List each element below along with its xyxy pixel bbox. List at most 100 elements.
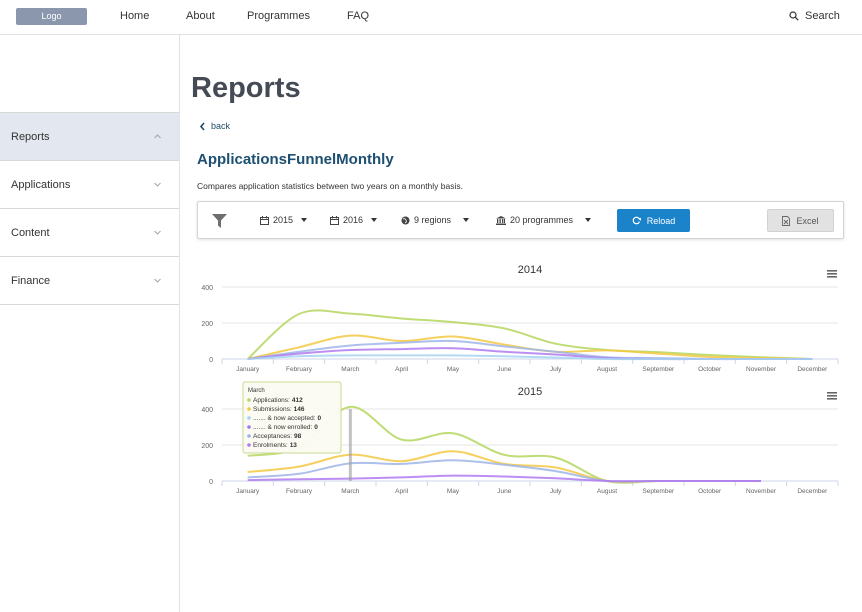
chevron-down-icon [154, 182, 161, 187]
x-tick-label: March [341, 488, 359, 495]
tooltip-label: Applications: [253, 397, 290, 404]
caret-down-icon [585, 218, 592, 222]
x-tick-label: January [236, 366, 260, 373]
tooltip-value: 13 [290, 442, 298, 449]
y-tick-label: 400 [201, 407, 213, 414]
tooltip-marker [247, 425, 251, 429]
tooltip-marker [247, 398, 251, 402]
tooltip-value: 412 [292, 397, 303, 404]
x-tick-label: February [286, 366, 313, 373]
chart-menu-icon[interactable] [827, 392, 837, 394]
nav-link-home[interactable]: Home [120, 10, 149, 22]
x-tick-label: September [642, 488, 675, 495]
excel-button[interactable]: Excel [767, 209, 834, 232]
sidebar-item-label: Content [11, 226, 50, 239]
tooltip-marker [247, 416, 251, 420]
x-tick-label: August [597, 488, 617, 495]
x-tick-label: June [497, 488, 511, 495]
search-label: Search [805, 10, 840, 22]
y-tick-label: 0 [209, 479, 213, 486]
tooltip-label: Enrolments: [253, 442, 288, 449]
x-tick-label: November [746, 366, 777, 373]
sidebar: Reports Applications Content Finance [0, 35, 180, 612]
x-tick-label: April [395, 488, 409, 495]
y-tick-label: 400 [201, 285, 213, 292]
refresh-icon [632, 216, 641, 225]
year-a-value: 2015 [273, 215, 294, 225]
caret-down-icon [463, 218, 470, 222]
x-tick-label: June [497, 366, 511, 373]
tooltip-marker [247, 443, 251, 447]
tooltip-value: 146 [294, 406, 305, 413]
logo[interactable]: Logo [16, 8, 87, 25]
series-line[interactable] [247, 474, 761, 483]
tooltip-value: 98 [294, 433, 302, 440]
chart-menu-icon[interactable] [827, 395, 837, 397]
year-a-select[interactable]: 2015 [260, 215, 308, 225]
calendar-icon [330, 215, 339, 225]
programmes-select[interactable]: 20 programmes [496, 215, 592, 225]
chevron-up-icon [154, 134, 161, 139]
tooltip-label: Submissions: [253, 406, 292, 413]
chevron-down-icon [154, 278, 161, 283]
x-tick-label: July [550, 366, 562, 373]
x-tick-label: December [797, 366, 828, 373]
tooltip-marker [247, 434, 251, 438]
tooltip-label: ....... & now accepted: [253, 415, 316, 422]
y-tick-label: 200 [201, 321, 213, 328]
back-link[interactable]: back [199, 121, 230, 131]
nav-link-programmes[interactable]: Programmes [247, 10, 310, 22]
year-b-select[interactable]: 2016 [330, 215, 378, 225]
x-tick-label: December [797, 488, 828, 495]
sidebar-item-finance[interactable]: Finance [0, 256, 179, 304]
top-navigation: Logo Home About Programmes FAQ Search [0, 0, 862, 35]
globe-icon [401, 216, 410, 224]
chart-menu-icon[interactable] [827, 273, 837, 275]
x-tick-label: January [236, 488, 260, 495]
excel-label: Excel [796, 215, 819, 226]
regions-select[interactable]: 9 regions [401, 215, 470, 225]
sidebar-item-label: Finance [11, 274, 51, 287]
x-tick-label: November [746, 488, 777, 495]
report-toolbar: 2015 2016 9 regions 20 programmes Reload… [197, 201, 844, 239]
programmes-value: 20 programmes [510, 215, 574, 225]
x-tick-label: August [597, 366, 617, 373]
sidebar-item-applications[interactable]: Applications [0, 160, 179, 208]
filter-icon[interactable] [212, 214, 227, 228]
chart-menu-icon[interactable] [827, 398, 837, 400]
x-tick-label: March [341, 366, 359, 373]
chart-title: 2015 [518, 386, 542, 398]
search-button[interactable]: Search [789, 10, 840, 22]
report-title: ApplicationsFunnelMonthly [197, 151, 394, 168]
sidebar-item-label: Reports [11, 130, 50, 143]
line-charts: 2014 0 200 400 January February March April May J… [201, 264, 839, 495]
file-excel-icon [782, 215, 791, 226]
chart-menu-icon[interactable] [827, 276, 837, 278]
x-tick-label: September [642, 366, 675, 373]
caret-down-icon [301, 218, 308, 222]
x-tick-label: May [447, 488, 460, 495]
y-tick-label: 0 [209, 357, 213, 364]
year-b-value: 2016 [343, 215, 364, 225]
sidebar-item-content[interactable]: Content [0, 208, 179, 256]
x-tick-label: October [698, 488, 722, 495]
reload-label: Reload [646, 215, 676, 226]
report-description: Compares application statistics between … [197, 181, 463, 191]
x-tick-label: May [447, 366, 460, 373]
institution-icon [496, 215, 506, 225]
tooltip-value: 0 [314, 424, 318, 431]
reload-button[interactable]: Reload [617, 209, 690, 232]
nav-link-about[interactable]: About [186, 10, 215, 22]
chart-title: 2014 [518, 264, 542, 276]
x-tick-label: July [550, 488, 562, 495]
chart-menu-icon[interactable] [827, 270, 837, 272]
x-tick-label: April [395, 366, 409, 373]
x-tick-label: October [698, 366, 722, 373]
tooltip-label: ....... & now enrolled: [253, 424, 312, 431]
sidebar-item-reports[interactable]: Reports [0, 112, 179, 160]
tooltip-value: 0 [318, 415, 322, 422]
nav-link-faq[interactable]: FAQ [347, 10, 369, 22]
y-tick-label: 200 [201, 443, 213, 450]
sidebar-item-label: Applications [11, 178, 71, 191]
regions-value: 9 regions [414, 215, 452, 225]
